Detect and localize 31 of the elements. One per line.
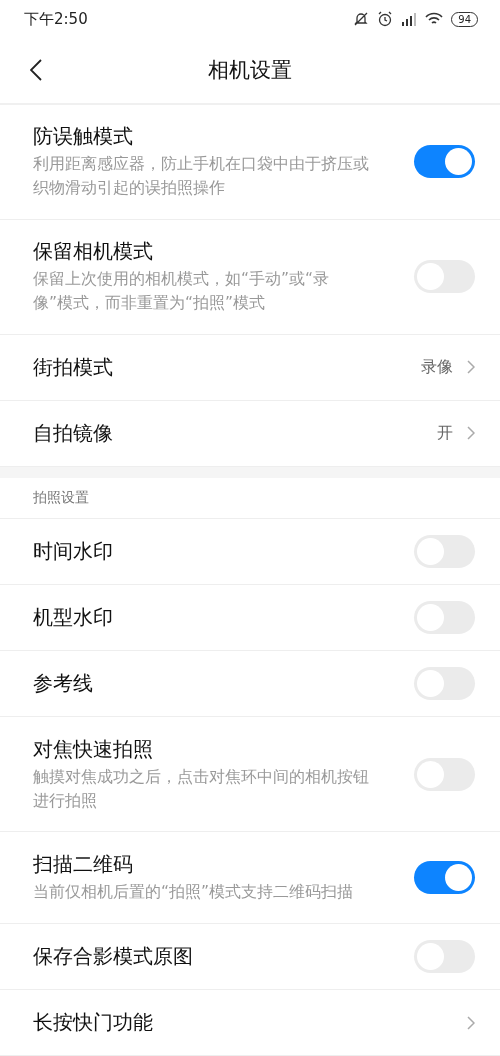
- section-header: 拍照设置: [33, 489, 89, 508]
- setting-title: 街拍模式: [33, 353, 113, 381]
- page-title: 相机设置: [208, 57, 292, 85]
- wifi-icon: [425, 12, 444, 26]
- setting-title: 自拍镜像: [33, 419, 113, 447]
- mute-bell-icon: [353, 11, 370, 27]
- setting-description: 利用距离感应器，防止手机在口袋中由于挤压或织物滑动引起的误拍照操作: [33, 154, 369, 200]
- signal-icon: [401, 12, 418, 26]
- toggle-switch[interactable]: [414, 145, 475, 179]
- chevron-right-icon: [467, 360, 475, 375]
- chevron-right-icon: [467, 1015, 475, 1030]
- alarm-icon: [377, 11, 394, 27]
- back-icon: [30, 59, 42, 82]
- setting-title: 保留相机模式: [33, 238, 153, 266]
- setting-title: 参考线: [33, 670, 93, 697]
- setting-description: 保留上次使用的相机模式，如“手动”或“录像”模式，而非重置为“拍照”模式: [33, 269, 331, 315]
- setting-title: 防误触模式: [33, 123, 133, 151]
- chevron-right-icon: [467, 426, 475, 441]
- setting-link[interactable]: [467, 1015, 475, 1030]
- status-time: 下午2:50: [24, 9, 88, 29]
- setting-description: 当前仅相机后置的“拍照”模式支持二维码扫描: [33, 882, 355, 903]
- setting-title: 机型水印: [33, 604, 113, 631]
- setting-title: 对焦快速拍照: [33, 735, 153, 763]
- setting-link[interactable]: 录像: [421, 356, 475, 378]
- setting-description: 触摸对焦成功之后，点击对焦环中间的相机按钮进行拍照: [33, 766, 369, 812]
- setting-link[interactable]: 开: [437, 422, 475, 444]
- setting-title: 时间水印: [33, 538, 113, 565]
- setting-title: 扫描二维码: [33, 851, 133, 878]
- toggle-switch[interactable]: [414, 861, 475, 894]
- setting-title: 保存合影模式原图: [33, 943, 193, 970]
- setting-title: 长按快门功能: [33, 1009, 153, 1036]
